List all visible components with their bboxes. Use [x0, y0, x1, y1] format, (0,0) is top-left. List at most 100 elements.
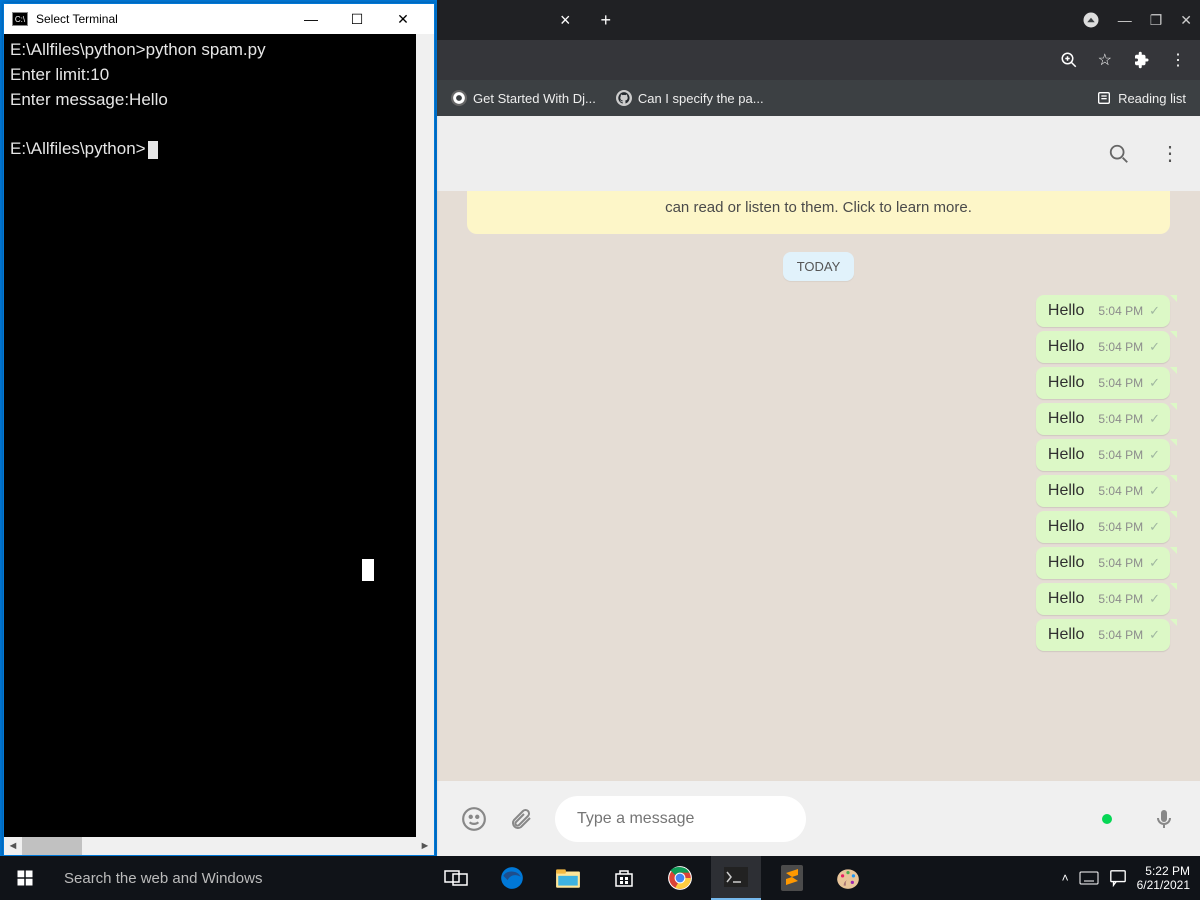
attach-icon[interactable] — [509, 807, 533, 831]
message-time: 5:04 PM — [1098, 304, 1143, 318]
start-button[interactable] — [0, 856, 50, 900]
edge-taskbar-icon[interactable] — [487, 856, 537, 900]
message-out[interactable]: Hello5:04 PM✓ — [1036, 367, 1170, 399]
message-out[interactable]: Hello5:04 PM✓ — [1036, 475, 1170, 507]
extensions-icon[interactable] — [1132, 51, 1150, 69]
terminal-output[interactable]: E:\Allfiles\python>python spam.py Enter … — [4, 34, 434, 837]
check-icon: ✓ — [1149, 555, 1160, 571]
maximize-icon[interactable]: ❐ — [1150, 12, 1163, 29]
scroll-left-icon[interactable]: ◄ — [4, 837, 22, 855]
maximize-icon[interactable]: ☐ — [334, 11, 380, 28]
task-view-button[interactable] — [431, 856, 481, 900]
date-chip: TODAY — [783, 252, 855, 281]
message-text: Hello — [1048, 518, 1084, 536]
message-out[interactable]: Hello 5:04 PM ✓ — [1036, 583, 1170, 615]
bookmark-label: Can I specify the pa... — [638, 91, 764, 106]
message-out[interactable]: Hello 5:04 PM ✓ — [1036, 331, 1170, 363]
terminal-taskbar-icon[interactable] — [711, 856, 761, 900]
message-text: Hello — [1048, 338, 1084, 356]
terminal-scrollbar-vertical[interactable] — [416, 34, 434, 837]
bookmark-item[interactable]: Can I specify the pa... — [616, 90, 764, 106]
reading-list-button[interactable]: Reading list — [1096, 90, 1186, 106]
bookmarks-bar: Get Started With Dj... Can I specify the… — [437, 80, 1200, 116]
check-icon: ✓ — [1149, 339, 1160, 355]
search-placeholder: Search the web and Windows — [64, 870, 262, 887]
chrome-taskbar-icon[interactable] — [655, 856, 705, 900]
github-icon — [616, 90, 632, 106]
message-out[interactable]: Hello5:04 PM✓ — [1036, 403, 1170, 435]
close-icon[interactable]: ✕ — [380, 11, 426, 28]
bookmark-item[interactable]: Get Started With Dj... — [451, 90, 596, 106]
close-tab-icon[interactable]: × — [560, 10, 571, 31]
message-time: 5:04 PM — [1098, 592, 1143, 606]
encryption-text: can read or listen to them. Click to lea… — [665, 199, 972, 216]
menu-icon[interactable]: ⋮ — [1160, 141, 1180, 166]
check-icon: ✓ — [1149, 411, 1160, 427]
terminal-window-controls: — ☐ ✕ — [288, 11, 426, 28]
check-icon: ✓ — [1149, 447, 1160, 463]
terminal-titlebar[interactable]: C:\ Select Terminal — ☐ ✕ — [4, 4, 434, 34]
browser-tab-strip: × + — ❐ ✕ — [437, 0, 1200, 40]
bookmark-label: Get Started With Dj... — [473, 91, 596, 106]
check-icon: ✓ — [1149, 591, 1160, 607]
message-time: 5:04 PM — [1098, 376, 1143, 390]
chrome-menu-icon[interactable]: ⋮ — [1170, 50, 1186, 70]
emoji-icon[interactable] — [461, 806, 487, 832]
scroll-track[interactable] — [22, 837, 416, 855]
reading-list-label: Reading list — [1118, 91, 1186, 106]
zoom-icon[interactable] — [1060, 51, 1078, 69]
terminal-scrollbar-horizontal[interactable]: ◄ ► — [4, 837, 434, 855]
sublime-taskbar-icon[interactable] — [767, 856, 817, 900]
terminal-title: Select Terminal — [36, 12, 118, 26]
scroll-right-icon[interactable]: ► — [416, 837, 434, 855]
terminal-line: Enter limit:10 — [10, 65, 109, 84]
terminal-window: C:\ Select Terminal — ☐ ✕ E:\Allfiles\py… — [3, 3, 435, 856]
check-icon: ✓ — [1149, 483, 1160, 499]
message-time: 5:04 PM — [1098, 484, 1143, 498]
message-out[interactable]: Hello 5:04 PM ✓ — [1036, 511, 1170, 543]
mic-icon[interactable] — [1152, 807, 1176, 831]
minimize-icon[interactable]: — — [1118, 12, 1132, 28]
message-out[interactable]: Hello5:04 PM✓ — [1036, 439, 1170, 471]
message-list: Hello 5:04 PM ✓ Hello 5:04 PM ✓ Hello 5:04 PM… — [467, 295, 1170, 651]
scroll-thumb[interactable] — [22, 837, 82, 855]
taskbar-clock[interactable]: 5:22 PM 6/21/2021 — [1137, 864, 1190, 893]
message-out[interactable]: Hello5:04 PM✓ — [1036, 547, 1170, 579]
bookmark-star-icon[interactable]: ☆ — [1098, 50, 1112, 70]
message-time: 5:04 PM — [1098, 412, 1143, 426]
message-time: 5:04 PM — [1098, 628, 1143, 642]
browser-toolbar: ☆ ⋮ — [437, 40, 1200, 80]
action-center-icon[interactable] — [1109, 869, 1127, 887]
terminal-app-icon: C:\ — [12, 12, 28, 26]
new-tab-icon[interactable]: + — [601, 10, 612, 31]
message-out[interactable]: Hello5:04 PM✓ — [1036, 295, 1170, 327]
message-text: Hello — [1048, 590, 1084, 608]
selection-block — [362, 559, 374, 581]
close-icon[interactable]: ✕ — [1180, 12, 1192, 29]
check-icon: ✓ — [1149, 519, 1160, 535]
terminal-cursor — [148, 141, 158, 159]
file-explorer-taskbar-icon[interactable] — [543, 856, 593, 900]
taskbar-items — [431, 856, 873, 900]
message-time: 5:04 PM — [1098, 340, 1143, 354]
taskbar: Search the web and Windows ˄ — [0, 856, 1200, 900]
terminal-line: E:\Allfiles\python> — [10, 139, 146, 158]
message-text: Hello — [1048, 626, 1084, 644]
message-input-wrap — [555, 796, 1130, 842]
taskbar-search[interactable]: Search the web and Windows — [50, 856, 405, 900]
encryption-notice[interactable]: can read or listen to them. Click to lea… — [467, 191, 1170, 234]
chat-input-bar — [437, 781, 1200, 856]
message-out[interactable]: Hello5:04 PM✓ — [1036, 619, 1170, 651]
chat-header: ⋮ — [437, 116, 1200, 191]
search-icon[interactable] — [1108, 143, 1130, 165]
minimize-icon[interactable]: — — [288, 11, 334, 28]
message-text: Hello — [1048, 554, 1084, 572]
tray-overflow-icon[interactable]: ˄ — [1062, 871, 1069, 885]
guest-icon[interactable] — [1082, 11, 1100, 29]
paint-taskbar-icon[interactable] — [823, 856, 873, 900]
check-icon: ✓ — [1149, 375, 1160, 391]
keyboard-tray-icon[interactable] — [1079, 871, 1099, 885]
store-taskbar-icon[interactable] — [599, 856, 649, 900]
message-time: 5:04 PM — [1098, 520, 1143, 534]
message-input[interactable] — [555, 796, 806, 842]
